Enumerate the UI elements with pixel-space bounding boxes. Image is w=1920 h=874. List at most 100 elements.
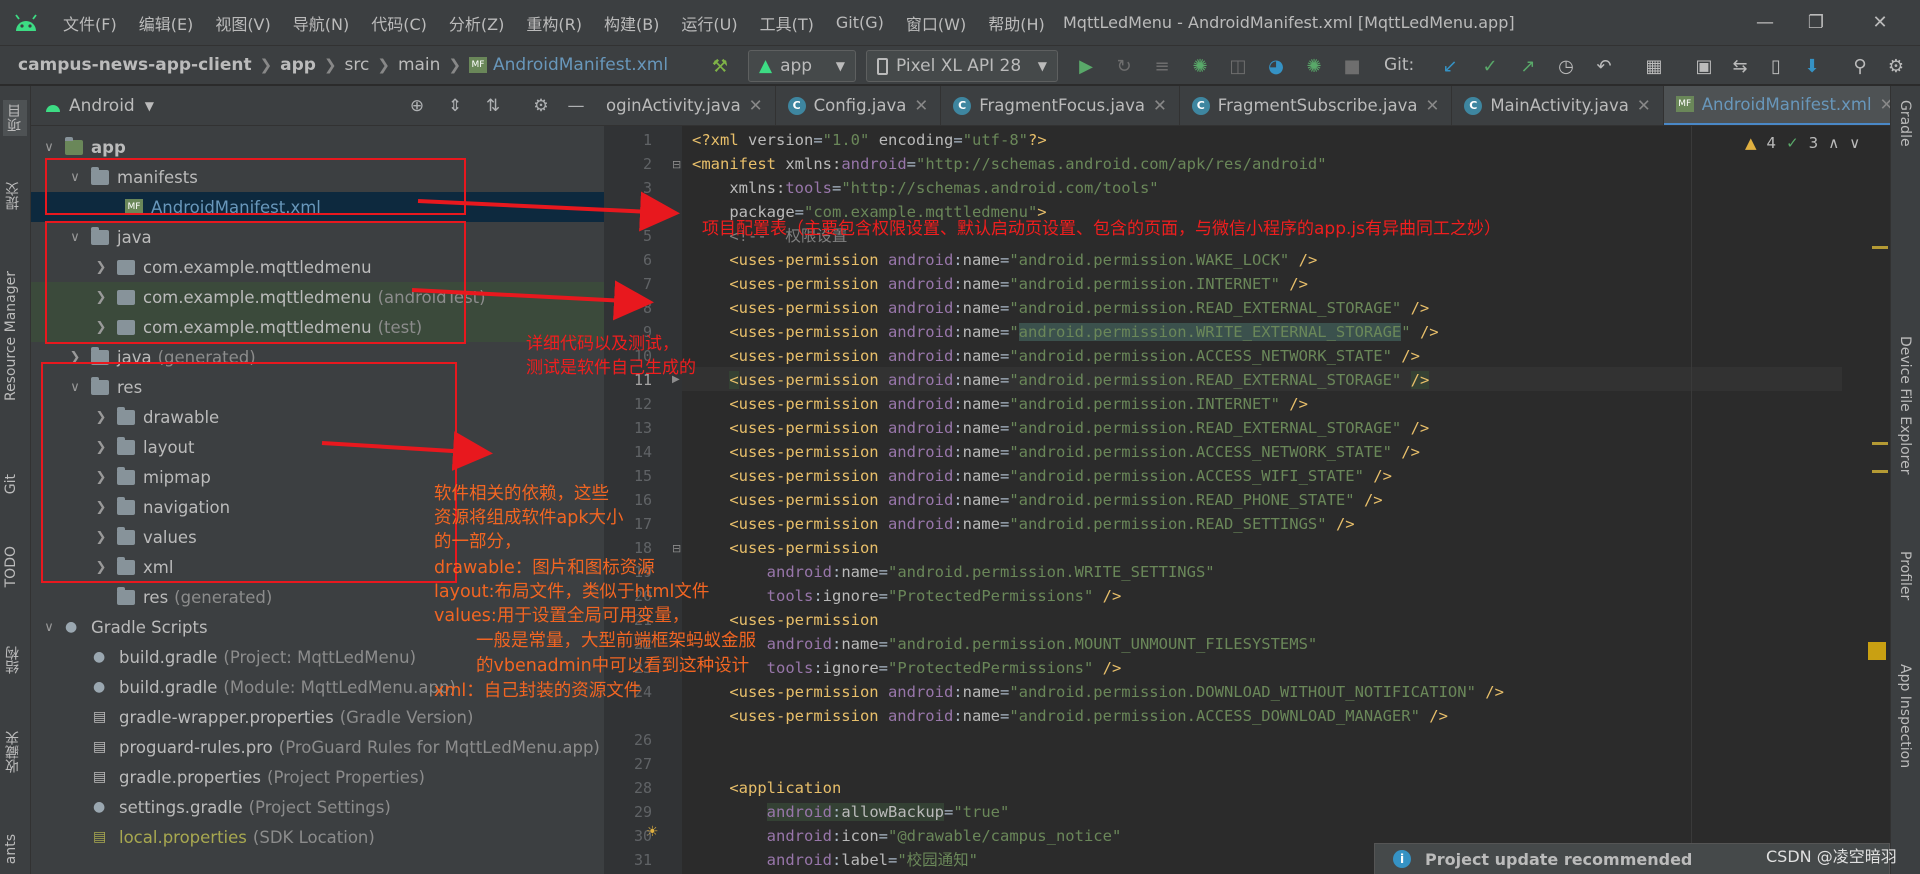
settings-icon[interactable]: ⚙ [1882,51,1910,81]
tab-label: MainActivity.java [1490,96,1629,115]
breadcrumb-project[interactable]: campus-news-app-client [18,55,252,75]
close-tab-icon[interactable]: ✕ [1880,95,1890,114]
menu-git[interactable]: Git(G) [825,0,895,45]
tool-tab-ants[interactable]: ants [3,834,19,864]
tab-androidmanifest[interactable]: MF AndroidManifest.xml ✕ [1663,86,1890,125]
line-number: 31 [633,851,652,869]
previous-highlight-icon[interactable]: ∧ [1828,134,1839,152]
apply-changes-icon[interactable]: ↻ [1110,51,1138,81]
close-tab-icon[interactable]: ✕ [1637,96,1651,115]
project-view-title[interactable]: Android [69,96,135,116]
annotation-res-note-3: 一般是常量，大型前端框架蚂蚁金服 的vbenadmin中可以看到这种设计 [476,631,756,676]
weak-warning-icon: ✓ [1786,134,1799,152]
view-dropdown-icon[interactable]: ▼ [145,99,154,113]
tab-loginactivity[interactable]: oginActivity.java ✕ [604,86,776,125]
collapse-all-icon[interactable]: ⇅ [481,94,505,118]
git-update-icon[interactable]: ↙ [1436,51,1464,81]
device-manager-icon[interactable]: ▣ [1690,51,1718,81]
tool-tab-device-file-explorer[interactable]: Device File Explorer [1897,336,1913,475]
git-label: Git: [1384,55,1415,75]
tab-mainactivity[interactable]: C MainActivity.java ✕ [1452,86,1664,125]
menu-build[interactable]: 构建(B) [593,0,670,45]
tool-tab-app-inspection[interactable]: App Inspection [1897,664,1913,768]
manifest-file-icon: MF [1675,96,1694,112]
tab-config[interactable]: C Config.java ✕ [776,86,942,125]
close-window-icon[interactable]: ✕ [1850,0,1910,45]
breadcrumb-app[interactable]: app [280,55,316,75]
sync-gradle-icon[interactable]: ⇆ [1726,51,1754,81]
device-select[interactable]: Pixel XL API 28 ▼ [866,50,1058,82]
debug-icon[interactable]: ✺ [1186,51,1214,81]
make-project-hammer-icon[interactable]: ⚒ [706,51,734,81]
git-push-icon[interactable]: ↗ [1514,51,1542,81]
tab-fragmentfocus[interactable]: C FragmentFocus.java ✕ [941,86,1180,125]
tool-tab-structure[interactable]: 结构 [3,646,23,674]
git-commit-icon[interactable]: ✓ [1476,51,1504,81]
hide-panel-icon[interactable]: — [564,94,588,118]
tool-tab-commit[interactable]: 提交 [3,182,23,210]
tool-tab-resource-manager[interactable]: Resource Manager [3,271,19,401]
next-highlight-icon[interactable]: ∨ [1849,134,1860,152]
menu-code[interactable]: 代码(C) [360,0,438,45]
annotation-java-note: 详细代码以及测试， 测试是软件自己生成的 [526,334,696,378]
watermark: CSDN @凌空暗羽 [1766,847,1897,866]
tool-tab-profiler[interactable]: Profiler [1897,551,1913,600]
close-tab-icon[interactable]: ✕ [749,96,763,115]
avd-manager-icon[interactable]: ▯ [1762,51,1790,81]
profile-icon[interactable]: ◕ [1262,51,1290,81]
history-icon[interactable]: ◷ [1552,51,1580,81]
tab-fragmentsubscribe[interactable]: C FragmentSubscribe.java ✕ [1180,86,1453,125]
menu-view[interactable]: 视图(V) [204,0,281,45]
project-structure-icon[interactable]: ▦ [1640,51,1668,81]
close-tab-icon[interactable]: ✕ [1425,96,1439,115]
breadcrumb-file[interactable]: AndroidManifest.xml [493,55,668,75]
tree-item-local-properties[interactable]: ▤ local.properties (SDK Location) [31,822,604,852]
breadcrumb-src[interactable]: src [345,55,370,75]
search-icon[interactable]: ⚲ [1846,51,1874,81]
attach-process-icon[interactable]: ✺ [1300,51,1328,81]
run-config-select[interactable]: ▲ app ▼ [748,50,856,82]
inspection-widget[interactable]: ▲ 4 ✓ 3 ∧ ∨ [1745,134,1860,152]
tool-tab-todo[interactable]: TODO [3,546,19,587]
menu-help[interactable]: 帮助(H) [977,0,1056,45]
close-tab-icon[interactable]: ✕ [914,96,928,115]
run-icon[interactable]: ▶ [1072,51,1100,81]
line-number: 7 [642,275,652,293]
menu-window[interactable]: 窗口(W) [895,0,977,45]
apply-code-changes-icon[interactable]: ≡ [1148,51,1176,81]
sdk-manager-icon[interactable]: ⬇ [1798,51,1826,81]
menu-refactor[interactable]: 重构(R) [515,0,593,45]
menu-analyze[interactable]: 分析(Z) [438,0,515,45]
tool-tab-favorites[interactable]: 收藏夹 [3,731,23,773]
tree-item-gradle-properties[interactable]: ▤ gradle.properties (Project Properties) [31,762,604,792]
fold-icon[interactable]: ⊟ [672,158,681,171]
restore-icon[interactable]: ❐ [1786,0,1846,45]
menu-edit[interactable]: 编辑(E) [128,0,205,45]
tree-item-settings-gradle[interactable]: ● settings.gradle (Project Settings) [31,792,604,822]
tool-tab-project[interactable]: 项目 [3,100,27,136]
tool-tab-gradle[interactable]: Gradle [1897,100,1913,147]
tool-tab-git[interactable]: Git [3,474,19,494]
fold-icon[interactable]: ⊟ [672,542,681,555]
right-margin-guide [1691,126,1692,874]
navigation-bar: campus-news-app-client ❯ app ❯ src ❯ mai… [0,45,1920,85]
rollback-icon[interactable]: ↶ [1590,51,1618,81]
stop-icon[interactable]: ■ [1338,51,1366,81]
tree-item-label: app [91,137,126,157]
tree-item-proguard[interactable]: ▤ proguard-rules.pro (ProGuard Rules for… [31,732,604,762]
locate-file-icon[interactable]: ⊕ [405,94,429,118]
gear-icon[interactable]: ⚙ [529,94,553,118]
menu-file[interactable]: 文件(F) [52,0,128,45]
tree-item-label: build.gradle [119,677,218,697]
lightbulb-icon[interactable]: ☀ [646,824,659,840]
close-tab-icon[interactable]: ✕ [1153,96,1167,115]
breadcrumb-main[interactable]: main [398,55,440,75]
menu-navigate[interactable]: 导航(N) [282,0,360,45]
menu-tools[interactable]: 工具(T) [749,0,825,45]
expand-all-icon[interactable]: ⇕ [443,94,467,118]
menu-run[interactable]: 运行(U) [670,0,748,45]
tree-item-label: res [143,587,169,607]
attach-debugger-icon[interactable]: ◫ [1224,51,1252,81]
tree-item-gradle-wrapper[interactable]: ▤ gradle-wrapper.properties (Gradle Vers… [31,702,604,732]
annotation-res-note-2: drawable：图片和图标资源 layout:布局文件，类似于html文件 v… [434,558,710,626]
